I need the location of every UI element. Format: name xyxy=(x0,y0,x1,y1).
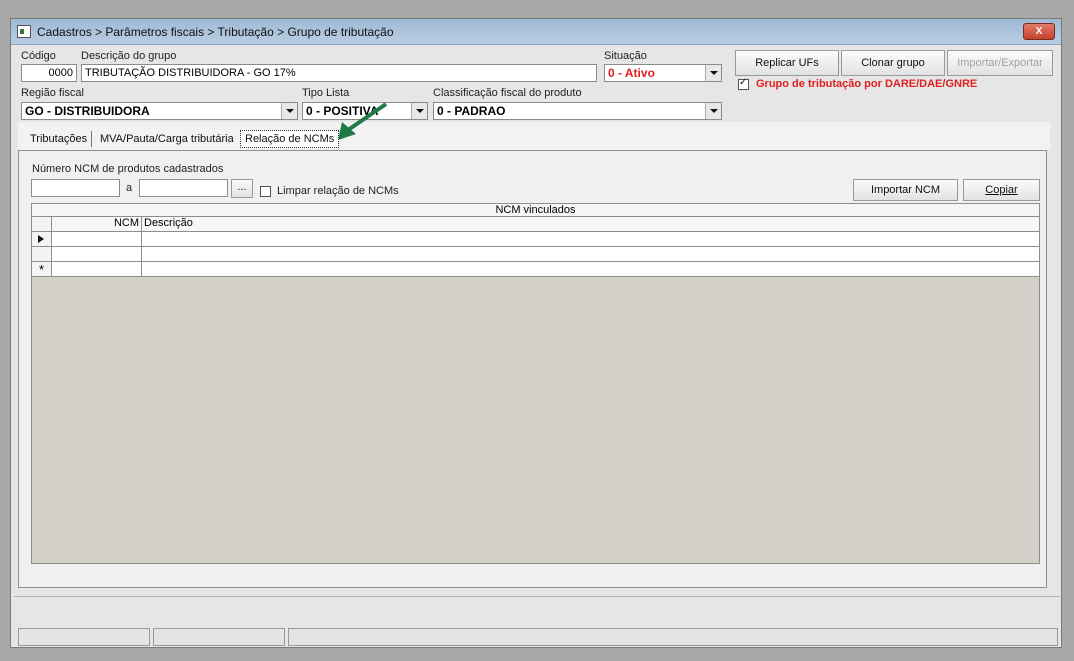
table-cell[interactable] xyxy=(142,262,1040,277)
row-selector[interactable] xyxy=(32,232,52,247)
dare-checkbox[interactable] xyxy=(738,77,749,90)
grid-corner xyxy=(32,217,52,232)
tab-tributacoes[interactable]: Tributações xyxy=(26,131,93,147)
chevron-down-icon[interactable] xyxy=(705,65,721,81)
classificacao-select[interactable]: 0 - PADRAO xyxy=(433,102,722,120)
numero-ncm-label: Número NCM de produtos cadastrados xyxy=(32,163,224,175)
row-selector[interactable] xyxy=(32,247,52,262)
tipo-lista-label: Tipo Lista xyxy=(302,87,350,99)
table-cell[interactable] xyxy=(142,247,1040,262)
table-cell[interactable] xyxy=(142,232,1040,247)
tab-mva-pauta[interactable]: MVA/Pauta/Carga tributária xyxy=(96,131,238,147)
status-cell xyxy=(288,628,1058,646)
table-cell[interactable] xyxy=(52,247,142,262)
column-header-ncm[interactable]: NCM xyxy=(52,217,142,232)
ncm-to-input[interactable] xyxy=(139,179,228,197)
current-row-icon xyxy=(38,235,44,243)
classificacao-value: 0 - PADRAO xyxy=(437,104,506,118)
table-cell[interactable] xyxy=(52,232,142,247)
tab-relacao-ncms[interactable]: Relação de NCMs xyxy=(240,130,340,148)
replicar-ufs-button[interactable]: Replicar UFs xyxy=(735,50,839,76)
status-cell xyxy=(18,628,150,646)
grid-title: NCM vinculados xyxy=(31,203,1040,217)
app-icon xyxy=(17,25,31,38)
copiar-button[interactable]: Copiar xyxy=(963,179,1040,201)
window-title: Cadastros > Parâmetros fiscais > Tributa… xyxy=(37,25,394,39)
regiao-label: Região fiscal xyxy=(21,87,84,99)
importar-exportar-button[interactable]: Importar/Exportar xyxy=(947,50,1053,76)
arrow-annotation-icon xyxy=(338,102,388,140)
descricao-field[interactable]: TRIBUTAÇÃO DISTRIBUIDORA - GO 17% xyxy=(81,64,597,82)
situacao-select[interactable]: 0 - Ativo xyxy=(604,64,722,82)
limpar-label: Limpar relação de NCMs xyxy=(277,185,399,197)
title-bar: Cadastros > Parâmetros fiscais > Tributa… xyxy=(11,19,1061,45)
range-separator-label: a xyxy=(126,182,133,194)
ncm-grid[interactable]: NCM Descrição * xyxy=(31,217,1040,564)
divider xyxy=(14,596,1060,597)
regiao-select[interactable]: GO - DISTRIBUIDORA xyxy=(21,102,298,120)
classificacao-label: Classificação fiscal do produto xyxy=(433,87,582,99)
close-button[interactable]: X xyxy=(1023,23,1055,40)
descricao-label: Descrição do grupo xyxy=(81,50,177,62)
column-header-descricao[interactable]: Descrição xyxy=(142,217,1040,232)
limpar-checkbox[interactable] xyxy=(260,186,271,197)
ncm-from-input[interactable] xyxy=(31,179,120,197)
status-cell xyxy=(153,628,285,646)
situacao-label: Situação xyxy=(604,50,647,62)
new-row-icon[interactable]: * xyxy=(32,262,52,277)
importar-ncm-button[interactable]: Importar NCM xyxy=(853,179,958,201)
chevron-down-icon[interactable] xyxy=(705,103,721,119)
clonar-grupo-button[interactable]: Clonar grupo xyxy=(841,50,945,76)
codigo-label: Código xyxy=(21,50,56,62)
browse-ncm-button[interactable]: ... xyxy=(231,179,253,198)
table-cell[interactable] xyxy=(52,262,142,277)
dare-checkbox-label: Grupo de tributação por DARE/DAE/GNRE xyxy=(756,78,978,90)
chevron-down-icon[interactable] xyxy=(411,103,427,119)
chevron-down-icon[interactable] xyxy=(281,103,297,119)
regiao-value: GO - DISTRIBUIDORA xyxy=(25,104,150,118)
situacao-value: 0 - Ativo xyxy=(608,66,655,80)
codigo-field[interactable]: 0000 xyxy=(21,64,77,82)
